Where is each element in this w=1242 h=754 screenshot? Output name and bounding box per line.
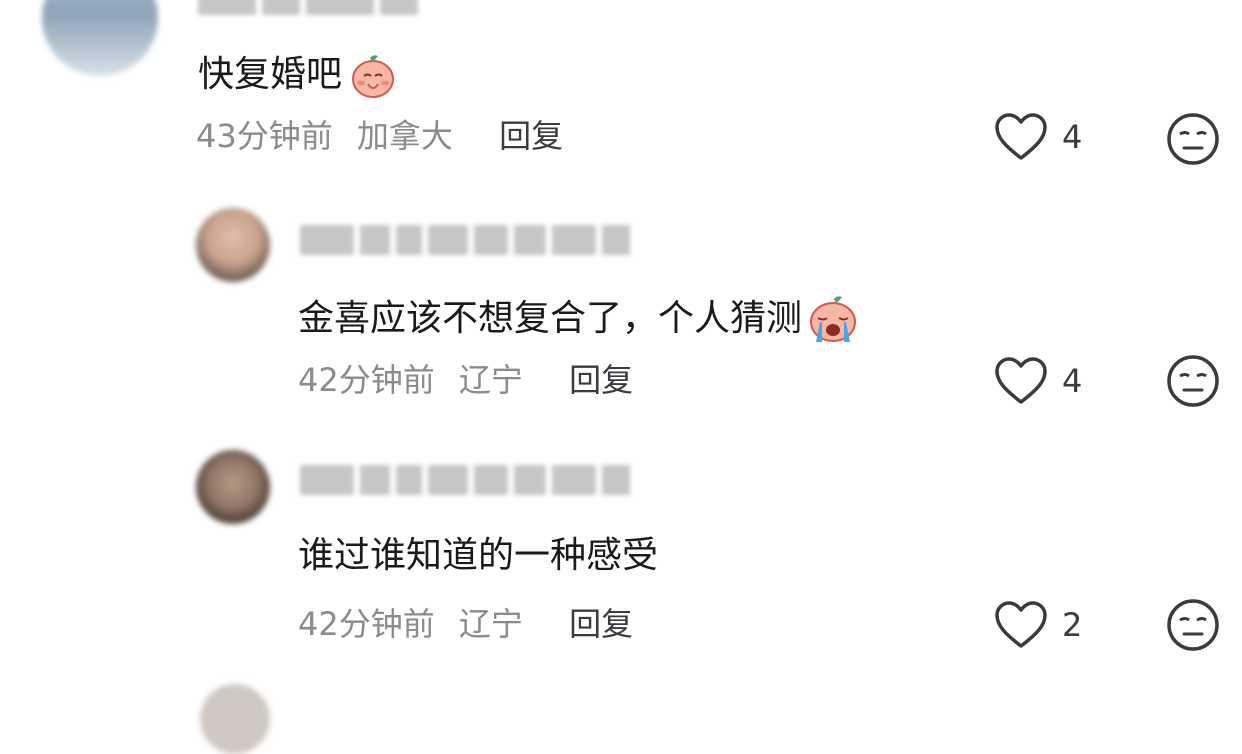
comment-text: 谁过谁知道的一种感受 [298, 536, 658, 576]
like-button[interactable]: 4 [994, 112, 1082, 162]
comment-text-content: 谁过谁知道的一种感受 [298, 535, 659, 576]
neutral-face-icon [1167, 355, 1219, 407]
comment-meta: 42分钟前 辽宁 回复 [298, 362, 647, 398]
avatar[interactable] [200, 684, 270, 754]
reply-button[interactable]: 回复 [569, 361, 633, 399]
dislike-button[interactable] [1166, 598, 1220, 652]
username-blurred [300, 222, 630, 258]
praying-face-emoji [348, 50, 398, 100]
comment-time: 43分钟前 [196, 117, 333, 155]
reply-button[interactable]: 回复 [499, 117, 563, 155]
dislike-button[interactable] [1166, 112, 1220, 166]
comment-text: 金喜应该不想复合了，个人猜测 [298, 292, 862, 346]
like-button[interactable]: 4 [994, 356, 1082, 406]
heart-outline-icon [994, 112, 1048, 162]
comment-location: 辽宁 [458, 361, 523, 399]
username-blurred [300, 462, 630, 498]
crying-face-emoji [804, 292, 862, 346]
comment-meta: 43分钟前 加拿大 回复 [196, 118, 577, 154]
avatar[interactable] [196, 208, 270, 282]
heart-outline-icon [994, 600, 1048, 650]
avatar[interactable] [42, 0, 158, 76]
avatar[interactable] [196, 450, 270, 524]
reply-button[interactable]: 回复 [569, 605, 633, 643]
comment-location: 加拿大 [356, 117, 453, 155]
neutral-face-icon [1167, 599, 1219, 651]
comment-text-content: 快复婚吧 [198, 54, 343, 95]
heart-outline-icon [994, 356, 1048, 406]
neutral-face-icon [1167, 113, 1219, 165]
dislike-button[interactable] [1166, 354, 1220, 408]
like-button[interactable]: 2 [994, 600, 1082, 650]
comment-text: 快复婚吧 [198, 50, 398, 100]
comment-text-content: 金喜应该不想复合了，个人猜测 [298, 298, 803, 339]
like-count: 4 [1062, 362, 1083, 400]
like-count: 4 [1062, 118, 1083, 156]
username-blurred [198, 0, 418, 18]
comment-meta: 42分钟前 辽宁 回复 [298, 606, 647, 642]
comment-time: 42分钟前 [298, 361, 435, 399]
like-count: 2 [1062, 606, 1083, 644]
comment-location: 辽宁 [458, 605, 523, 643]
comment-time: 42分钟前 [298, 605, 435, 643]
